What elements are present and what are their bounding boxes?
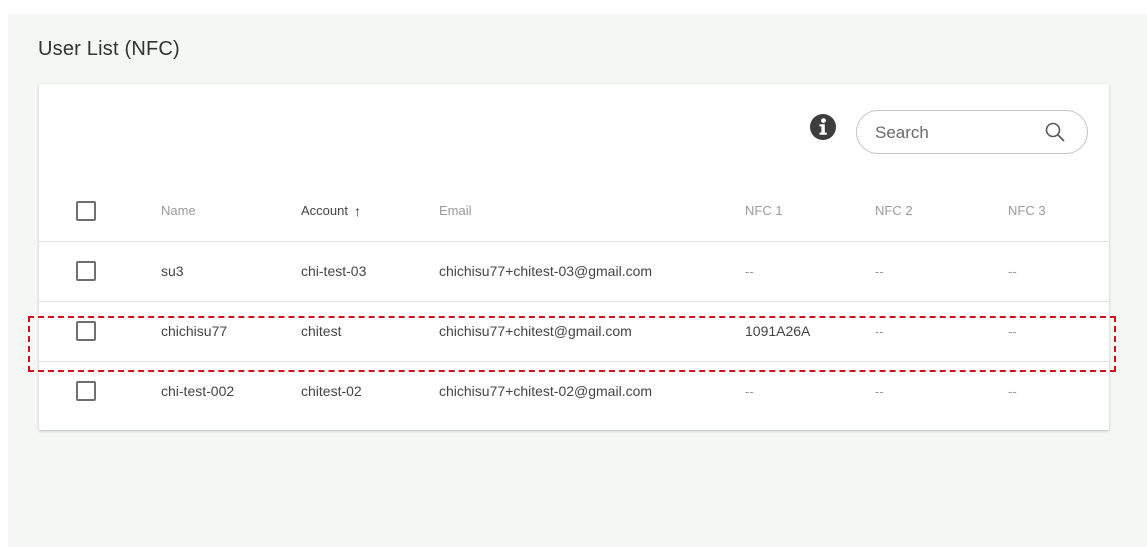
cell-nfc2: -- — [875, 323, 884, 339]
column-header-account[interactable]: Account ↑ — [301, 181, 439, 241]
cell-name: chichisu77 — [161, 323, 228, 339]
cell-nfc2: -- — [875, 383, 884, 399]
cell-email: chichisu77+chitest@gmail.com — [439, 323, 632, 339]
info-circle-icon[interactable] — [809, 113, 837, 141]
row-checkbox[interactable] — [76, 381, 96, 402]
sort-ascending-icon[interactable]: ↑ — [354, 203, 361, 219]
user-table: Name Account ↑ Email NFC 1 NFC 2 NFC 3 su… — [39, 181, 1109, 421]
cell-email: chichisu77+chitest-02@gmail.com — [439, 383, 653, 400]
search-icon[interactable] — [1044, 121, 1066, 143]
row-select-cell — [39, 301, 161, 361]
row-checkbox[interactable] — [76, 321, 96, 341]
cell-email: chichisu77+chitest-03@gmail.com — [439, 263, 653, 279]
column-header-email[interactable]: Email — [439, 181, 745, 241]
cell-account: chitest-02 — [301, 383, 362, 400]
table-toolbar — [39, 84, 1109, 174]
row-select-cell — [39, 361, 161, 421]
cell-nfc1: -- — [745, 383, 754, 399]
table-row[interactable]: chichisu77 chitest chichisu77+chitest@gm… — [39, 301, 1109, 361]
cell-nfc3: -- — [1008, 323, 1017, 339]
search-box — [856, 110, 1088, 154]
select-all-cell — [39, 181, 161, 241]
page-title: User List (NFC) — [38, 38, 180, 60]
table-row[interactable]: su3 chi-test-03 chichisu77+chitest-03@gm… — [39, 241, 1109, 301]
cell-account: chi-test-03 — [301, 263, 367, 279]
page-background: User List (NFC) Search Name Account ↑ Em… — [8, 14, 1147, 547]
cell-nfc3: -- — [1008, 383, 1017, 399]
row-checkbox[interactable] — [76, 261, 96, 281]
cell-account: chitest — [301, 323, 342, 339]
column-header-nfc2[interactable]: NFC 2 — [875, 181, 1008, 241]
cell-nfc1: -- — [745, 263, 754, 279]
row-select-cell — [39, 241, 161, 301]
column-header-name[interactable]: Name — [161, 181, 301, 241]
search-input[interactable] — [875, 121, 1035, 145]
cell-nfc1: 1091A26A — [745, 323, 811, 339]
table-row[interactable]: chi-test-002 chitest-02 chichisu77+chite… — [39, 361, 1109, 421]
column-header-account-label: Account — [301, 202, 348, 218]
user-list-card: Name Account ↑ Email NFC 1 NFC 2 NFC 3 su… — [39, 84, 1109, 430]
cell-nfc2: -- — [875, 263, 884, 279]
table-header-row: Name Account ↑ Email NFC 1 NFC 2 NFC 3 — [39, 181, 1109, 241]
cell-name: chi-test-002 — [161, 383, 235, 400]
column-header-nfc1[interactable]: NFC 1 — [745, 181, 875, 241]
column-header-nfc3[interactable]: NFC 3 — [1008, 181, 1109, 241]
select-all-checkbox[interactable] — [76, 200, 96, 221]
cell-name: su3 — [161, 263, 184, 279]
cell-nfc3: -- — [1008, 263, 1017, 279]
